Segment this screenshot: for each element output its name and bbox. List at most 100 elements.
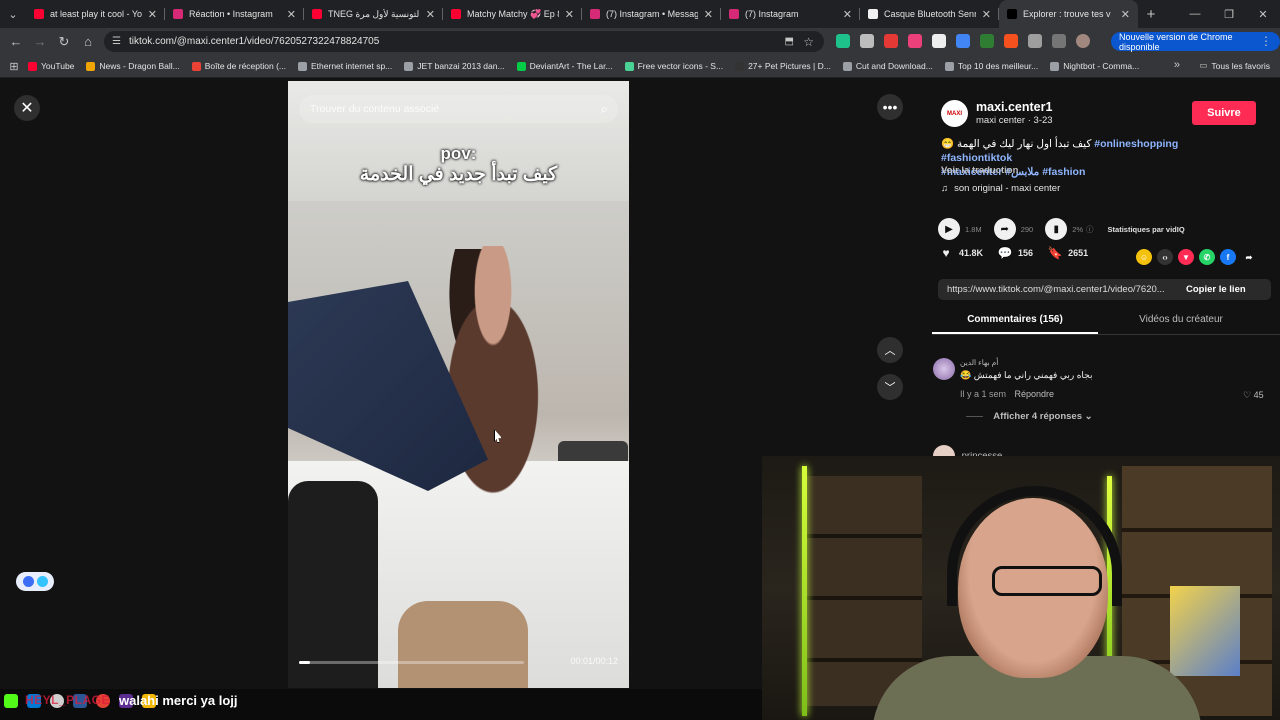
chrome-update-button[interactable]: Nouvelle version de Chrome disponible: [1111, 32, 1280, 52]
browser-tab[interactable]: Matchy Matchy 💞 Ep 83 ✕: [443, 0, 582, 28]
chrome-menu-icon[interactable]: ⋮: [1260, 34, 1272, 48]
info-icon[interactable]: ⓘ: [1086, 224, 1094, 235]
profile-avatar[interactable]: [1076, 34, 1090, 48]
comment-icon: 💬: [997, 246, 1013, 260]
browser-tab[interactable]: (7) Instagram ✕: [721, 0, 860, 28]
see-translation-link[interactable]: Voir la traduction: [941, 165, 1018, 176]
commenter-avatar[interactable]: [933, 358, 955, 380]
extension-icon[interactable]: [980, 34, 994, 48]
creator-avatar[interactable]: MAXI: [941, 100, 968, 127]
more-options-button[interactable]: •••: [877, 94, 903, 120]
extension-icon[interactable]: [956, 34, 970, 48]
browser-tab[interactable]: at least play it cool - YouT ✕: [26, 0, 165, 28]
minimize-icon[interactable]: —: [1178, 0, 1212, 28]
reload-icon[interactable]: ↻: [52, 34, 76, 50]
install-app-icon[interactable]: ⬒: [785, 36, 794, 47]
bookmark-item[interactable]: Free vector icons - S...: [624, 61, 723, 71]
site-info-icon[interactable]: ☰: [112, 36, 121, 47]
browser-tab[interactable]: Casque Bluetooth Sennhe ✕: [860, 0, 999, 28]
back-icon[interactable]: ←: [4, 34, 28, 49]
extension-icon[interactable]: [836, 34, 850, 48]
copy-link-button[interactable]: Copier le lien: [1186, 284, 1246, 295]
bookmark-item[interactable]: DeviantArt - The Lar...: [516, 61, 613, 71]
close-tab-icon[interactable]: ✕: [426, 8, 435, 21]
bookmark-item[interactable]: 27+ Pet Pictures | D...: [735, 61, 831, 71]
send-icon[interactable]: ▼: [1178, 249, 1194, 265]
extensions-puzzle-icon[interactable]: [1028, 34, 1042, 48]
browser-tab[interactable]: Explorer : trouve tes v ✕: [999, 0, 1138, 28]
bookmark-star-icon[interactable]: ☆: [803, 35, 814, 49]
video-link-box: https://www.tiktok.com/@maxi.center1/vid…: [938, 279, 1271, 300]
forward-icon[interactable]: →: [28, 34, 52, 49]
browser-tab[interactable]: Réaction • Instagram ✕: [165, 0, 304, 28]
close-video-button[interactable]: ✕: [14, 95, 40, 121]
tab-favicon-icon: [451, 9, 461, 19]
reading-list-icon[interactable]: [1052, 34, 1066, 48]
extension-icon[interactable]: [1004, 34, 1018, 48]
bookmark-item[interactable]: Nightbot - Comma...: [1050, 61, 1139, 71]
close-tab-icon[interactable]: ✕: [148, 8, 157, 21]
extension-icon[interactable]: [932, 34, 946, 48]
tab-creator-videos[interactable]: Vidéos du créateur: [1098, 309, 1264, 334]
tab-comments[interactable]: Commentaires (156): [932, 309, 1098, 334]
bookmark-item[interactable]: YouTube: [28, 61, 74, 71]
commenter-name[interactable]: أم بهاء الدين: [960, 358, 998, 367]
tab-favicon-icon: [729, 9, 739, 19]
tab-search-icon[interactable]: ⌄: [0, 0, 26, 28]
hashtag-link[interactable]: #onlineshopping: [1094, 138, 1178, 150]
close-tab-icon[interactable]: ✕: [565, 8, 574, 21]
extension-icon[interactable]: [884, 34, 898, 48]
bookmark-item[interactable]: Cut and Download...: [842, 61, 933, 71]
extension-icon[interactable]: [908, 34, 922, 48]
hashtag-link[interactable]: #fashion: [1042, 166, 1085, 178]
new-tab-button[interactable]: +: [1138, 0, 1164, 28]
tab-favicon-icon: [34, 9, 44, 19]
close-tab-icon[interactable]: ✕: [287, 8, 296, 21]
next-video-button[interactable]: ﹀: [877, 374, 903, 400]
creator-username[interactable]: maxi.center1: [976, 100, 1052, 114]
bookmark-item[interactable]: News - Dragon Ball...: [86, 61, 180, 71]
more-bookmarks-icon[interactable]: »: [1174, 59, 1180, 71]
previous-video-button[interactable]: ︿: [877, 337, 903, 363]
sound-link[interactable]: ♫ son original - maxi center: [941, 183, 1060, 194]
address-bar[interactable]: ☰ tiktok.com/@maxi.center1/video/7620527…: [104, 31, 824, 52]
video-player[interactable]: Trouver du contenu associé ⌕ pov: كيف تب…: [288, 81, 629, 688]
browser-tab[interactable]: (7) Instagram • Messages ✕: [582, 0, 721, 28]
coin-icon[interactable]: ☺: [1136, 249, 1152, 265]
comment-button[interactable]: 💬 156: [997, 245, 1034, 261]
facebook-icon[interactable]: f: [1220, 249, 1236, 265]
all-bookmarks-folder[interactable]: ▭ Tous les favoris: [1199, 60, 1270, 71]
share-arrow-icon[interactable]: ➦: [1241, 249, 1257, 265]
whatsapp-icon[interactable]: ✆: [1199, 249, 1215, 265]
bookmark-item[interactable]: Ethernet internet sp...: [298, 61, 392, 71]
video-link-url[interactable]: https://www.tiktok.com/@maxi.center1/vid…: [938, 284, 1172, 295]
follow-button[interactable]: Suivre: [1192, 101, 1256, 125]
save-button[interactable]: 🔖 2651: [1047, 245, 1089, 261]
embed-icon[interactable]: ‹›: [1157, 249, 1173, 265]
close-tab-icon[interactable]: ✕: [982, 8, 991, 21]
apps-grid-icon[interactable]: ⊞: [0, 60, 28, 73]
close-tab-icon[interactable]: ✕: [704, 8, 713, 21]
close-tab-icon[interactable]: ✕: [1121, 8, 1130, 21]
home-icon[interactable]: ⌂: [76, 34, 100, 49]
camera-extension-icon[interactable]: [860, 34, 874, 48]
close-tab-icon[interactable]: ✕: [843, 8, 852, 21]
show-replies-button[interactable]: Afficher 4 réponses ⌄: [966, 411, 1092, 422]
hashtag-link[interactable]: #fashiontiktok: [941, 152, 1012, 164]
close-window-icon[interactable]: ✕: [1246, 0, 1280, 28]
search-icon[interactable]: ⌕: [601, 101, 608, 117]
bookmark-item[interactable]: JET banzai 2013 dan...: [404, 61, 505, 71]
restore-icon[interactable]: ❐: [1212, 0, 1246, 28]
comment-like-button[interactable]: ♡ 45: [1243, 390, 1264, 401]
browser-tab[interactable]: TNEG التونسية لأول مرة ✕: [304, 0, 443, 28]
related-search-input[interactable]: Trouver du contenu associé ⌕: [299, 95, 618, 123]
vidiq-floating-button[interactable]: [16, 572, 54, 591]
bookmark-item[interactable]: Top 10 des meilleur...: [944, 61, 1038, 71]
reply-button[interactable]: Répondre: [1015, 389, 1055, 399]
bookmark-favicon-icon: [404, 61, 414, 71]
like-button[interactable]: ♥ 41.8K: [938, 245, 983, 261]
kick-icon[interactable]: [4, 694, 18, 708]
video-progress-bar[interactable]: [299, 661, 524, 664]
bookmark-item[interactable]: Boîte de réception (...: [191, 61, 286, 71]
webcam-glasses: [992, 566, 1102, 596]
